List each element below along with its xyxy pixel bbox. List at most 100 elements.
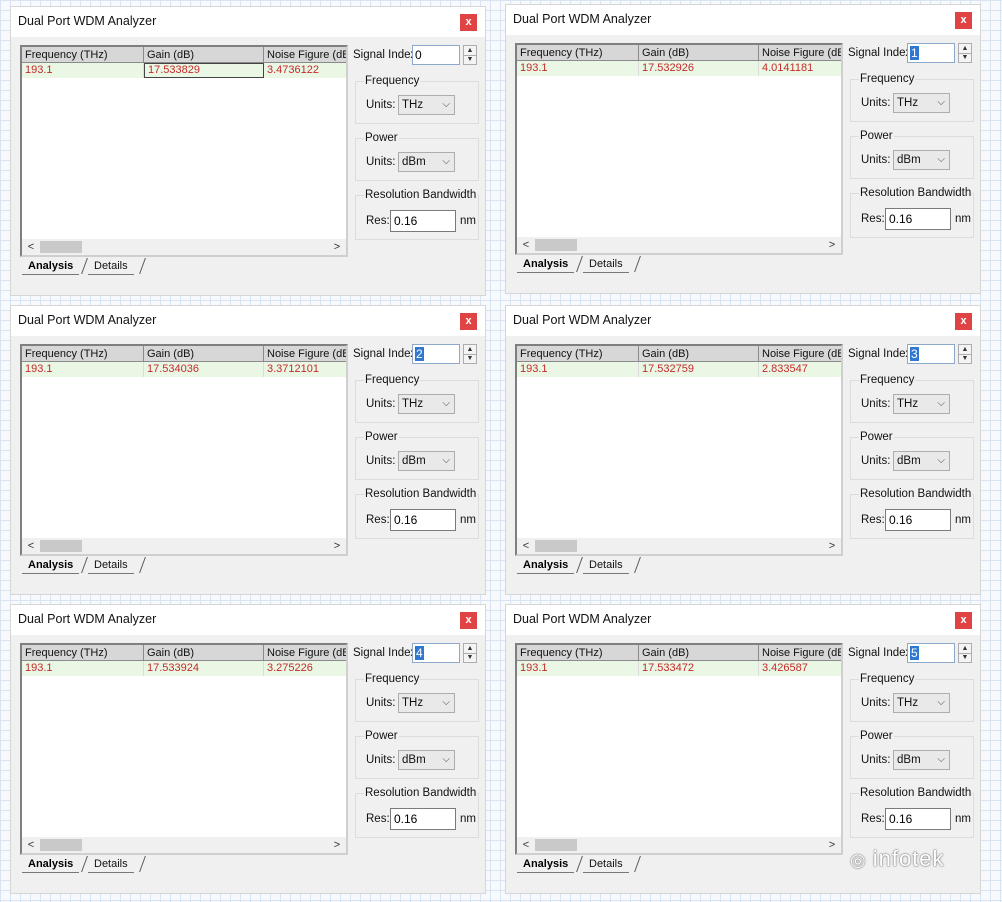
cell-frequency[interactable]: 193.1 [22, 362, 144, 377]
scroll-thumb[interactable] [535, 540, 577, 552]
resolution-input[interactable]: 0.16 [885, 808, 951, 830]
tab-analysis[interactable]: Analysis [22, 258, 80, 275]
signal-index-input[interactable]: 3 [907, 344, 955, 364]
scroll-left-icon[interactable]: < [519, 837, 533, 853]
tab-details[interactable]: Details [88, 856, 134, 873]
signal-index-input[interactable]: 2 [412, 344, 460, 364]
signal-index-spinner[interactable]: ▲ ▼ [958, 344, 972, 364]
column-header-gain[interactable]: Gain (dB) [639, 645, 759, 661]
tab-analysis[interactable]: Analysis [22, 856, 80, 873]
cell-noise-figure[interactable]: 3.275226 [264, 661, 346, 676]
tab-details[interactable]: Details [88, 258, 134, 275]
scroll-right-icon[interactable]: > [825, 837, 839, 853]
power-units-select[interactable]: dBm ⌵ [398, 750, 455, 770]
scroll-right-icon[interactable]: > [825, 538, 839, 554]
close-button[interactable]: x [955, 313, 972, 330]
signal-index-spinner[interactable]: ▲ ▼ [463, 45, 477, 65]
column-header-frequency[interactable]: Frequency (THz) [22, 47, 144, 63]
column-header-frequency[interactable]: Frequency (THz) [517, 346, 639, 362]
cell-gain[interactable]: 17.533472 [639, 661, 759, 676]
cell-gain[interactable]: 17.532759 [639, 362, 759, 377]
column-header-gain[interactable]: Gain (dB) [639, 45, 759, 61]
scroll-left-icon[interactable]: < [519, 237, 533, 253]
signal-index-spinner[interactable]: ▲ ▼ [463, 344, 477, 364]
scroll-left-icon[interactable]: < [24, 239, 38, 255]
cell-frequency[interactable]: 193.1 [517, 61, 639, 76]
frequency-units-select[interactable]: THz ⌵ [398, 394, 455, 414]
column-header-noise-figure[interactable]: Noise Figure (dB) [264, 346, 346, 362]
resolution-input[interactable]: 0.16 [885, 208, 951, 230]
resolution-input[interactable]: 0.16 [390, 509, 456, 531]
tab-analysis[interactable]: Analysis [517, 856, 575, 873]
signal-index-input[interactable]: 4 [412, 643, 460, 663]
column-header-noise-figure[interactable]: Noise Figure (dB) [759, 45, 841, 61]
close-button[interactable]: x [955, 612, 972, 629]
horizontal-scrollbar[interactable]: < > [22, 837, 346, 853]
cell-gain[interactable]: 17.532926 [639, 61, 759, 76]
spin-down-icon[interactable]: ▼ [464, 55, 476, 64]
tab-details[interactable]: Details [583, 557, 629, 574]
close-button[interactable]: x [460, 612, 477, 629]
power-units-select[interactable]: dBm ⌵ [398, 451, 455, 471]
frequency-units-select[interactable]: THz ⌵ [893, 394, 950, 414]
cell-gain[interactable]: 17.534036 [144, 362, 264, 377]
scroll-right-icon[interactable]: > [330, 837, 344, 853]
table-row[interactable]: 193.1 17.533829 3.4736122 [22, 63, 346, 78]
close-button[interactable]: x [460, 14, 477, 31]
scroll-right-icon[interactable]: > [825, 237, 839, 253]
scroll-thumb[interactable] [535, 239, 577, 251]
close-button[interactable]: x [460, 313, 477, 330]
signal-index-spinner[interactable]: ▲ ▼ [958, 643, 972, 663]
signal-index-spinner[interactable]: ▲ ▼ [463, 643, 477, 663]
scroll-thumb[interactable] [535, 839, 577, 851]
tab-details[interactable]: Details [88, 557, 134, 574]
horizontal-scrollbar[interactable]: < > [517, 237, 841, 253]
horizontal-scrollbar[interactable]: < > [517, 837, 841, 853]
cell-noise-figure[interactable]: 3.426587 [759, 661, 841, 676]
power-units-select[interactable]: dBm ⌵ [893, 750, 950, 770]
cell-frequency[interactable]: 193.1 [22, 63, 144, 78]
scroll-right-icon[interactable]: > [330, 538, 344, 554]
frequency-units-select[interactable]: THz ⌵ [893, 693, 950, 713]
table-row[interactable]: 193.1 17.532759 2.833547 [517, 362, 841, 377]
spin-down-icon[interactable]: ▼ [959, 354, 971, 363]
tab-analysis[interactable]: Analysis [517, 557, 575, 574]
scroll-left-icon[interactable]: < [24, 538, 38, 554]
cell-noise-figure[interactable]: 3.3712101 [264, 362, 346, 377]
scroll-thumb[interactable] [40, 839, 82, 851]
scroll-thumb[interactable] [40, 540, 82, 552]
spin-down-icon[interactable]: ▼ [464, 354, 476, 363]
column-header-noise-figure[interactable]: Noise Figure (dB) [264, 47, 346, 63]
column-header-frequency[interactable]: Frequency (THz) [517, 645, 639, 661]
column-header-noise-figure[interactable]: Noise Figure (dB) [264, 645, 346, 661]
signal-index-input[interactable]: 5 [907, 643, 955, 663]
column-header-gain[interactable]: Gain (dB) [144, 346, 264, 362]
table-row[interactable]: 193.1 17.533924 3.275226 [22, 661, 346, 676]
tab-analysis[interactable]: Analysis [517, 256, 575, 273]
signal-index-spinner[interactable]: ▲ ▼ [958, 43, 972, 63]
tab-analysis[interactable]: Analysis [22, 557, 80, 574]
table-row[interactable]: 193.1 17.533472 3.426587 [517, 661, 841, 676]
spin-down-icon[interactable]: ▼ [464, 653, 476, 662]
column-header-noise-figure[interactable]: Noise Figure (dB) [759, 346, 841, 362]
power-units-select[interactable]: dBm ⌵ [893, 451, 950, 471]
frequency-units-select[interactable]: THz ⌵ [893, 93, 950, 113]
cell-frequency[interactable]: 193.1 [517, 362, 639, 377]
frequency-units-select[interactable]: THz ⌵ [398, 95, 455, 115]
tab-details[interactable]: Details [583, 256, 629, 273]
table-row[interactable]: 193.1 17.534036 3.3712101 [22, 362, 346, 377]
cell-frequency[interactable]: 193.1 [517, 661, 639, 676]
column-header-frequency[interactable]: Frequency (THz) [22, 645, 144, 661]
cell-noise-figure[interactable]: 4.0141181 [759, 61, 841, 76]
column-header-gain[interactable]: Gain (dB) [144, 645, 264, 661]
scroll-right-icon[interactable]: > [330, 239, 344, 255]
power-units-select[interactable]: dBm ⌵ [398, 152, 455, 172]
column-header-frequency[interactable]: Frequency (THz) [22, 346, 144, 362]
cell-gain[interactable]: 17.533829 [144, 63, 264, 78]
column-header-gain[interactable]: Gain (dB) [639, 346, 759, 362]
resolution-input[interactable]: 0.16 [390, 210, 456, 232]
resolution-input[interactable]: 0.16 [390, 808, 456, 830]
cell-noise-figure[interactable]: 2.833547 [759, 362, 841, 377]
horizontal-scrollbar[interactable]: < > [517, 538, 841, 554]
column-header-frequency[interactable]: Frequency (THz) [517, 45, 639, 61]
